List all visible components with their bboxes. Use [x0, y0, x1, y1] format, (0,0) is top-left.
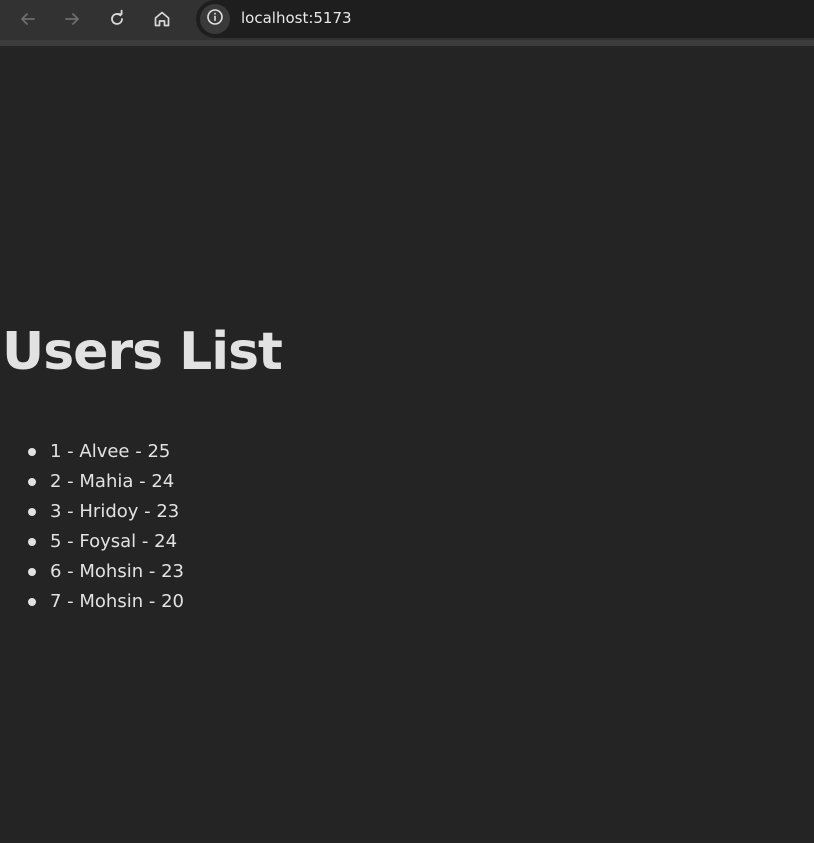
user-entry: 7 - Mohsin - 20 — [50, 591, 184, 612]
bullet-icon — [28, 598, 36, 606]
forward-button[interactable] — [56, 4, 88, 34]
user-entry: 1 - Alvee - 25 — [50, 441, 171, 462]
url-text[interactable]: localhost:5173 — [241, 9, 352, 27]
bullet-icon — [28, 448, 36, 456]
home-button[interactable] — [146, 4, 178, 34]
users-list: 1 - Alvee - 25 2 - Mahia - 24 3 - Hridoy… — [0, 437, 184, 617]
site-info-button[interactable] — [200, 4, 230, 34]
list-item: 1 - Alvee - 25 — [0, 437, 184, 467]
bullet-icon — [28, 508, 36, 516]
bullet-icon — [28, 478, 36, 486]
list-item: 7 - Mohsin - 20 — [0, 587, 184, 617]
info-icon — [206, 8, 224, 30]
list-item: 5 - Foysal - 24 — [0, 527, 184, 557]
bullet-icon — [28, 568, 36, 576]
user-entry: 3 - Hridoy - 23 — [50, 501, 180, 522]
reload-icon — [107, 9, 127, 29]
reload-button[interactable] — [101, 4, 133, 34]
user-entry: 2 - Mahia - 24 — [50, 471, 175, 492]
home-icon — [152, 9, 172, 29]
browser-toolbar: localhost:5173 — [0, 0, 814, 40]
list-item: 2 - Mahia - 24 — [0, 467, 184, 497]
arrow-right-icon — [62, 9, 82, 29]
user-entry: 6 - Mohsin - 23 — [50, 561, 184, 582]
back-button[interactable] — [12, 4, 44, 34]
bullet-icon — [28, 538, 36, 546]
address-bar[interactable]: localhost:5173 — [196, 0, 814, 38]
list-item: 3 - Hridoy - 23 — [0, 497, 184, 527]
page-title: Users List — [2, 322, 283, 382]
arrow-left-icon — [18, 9, 38, 29]
user-entry: 5 - Foysal - 24 — [50, 531, 178, 552]
list-item: 6 - Mohsin - 23 — [0, 557, 184, 587]
